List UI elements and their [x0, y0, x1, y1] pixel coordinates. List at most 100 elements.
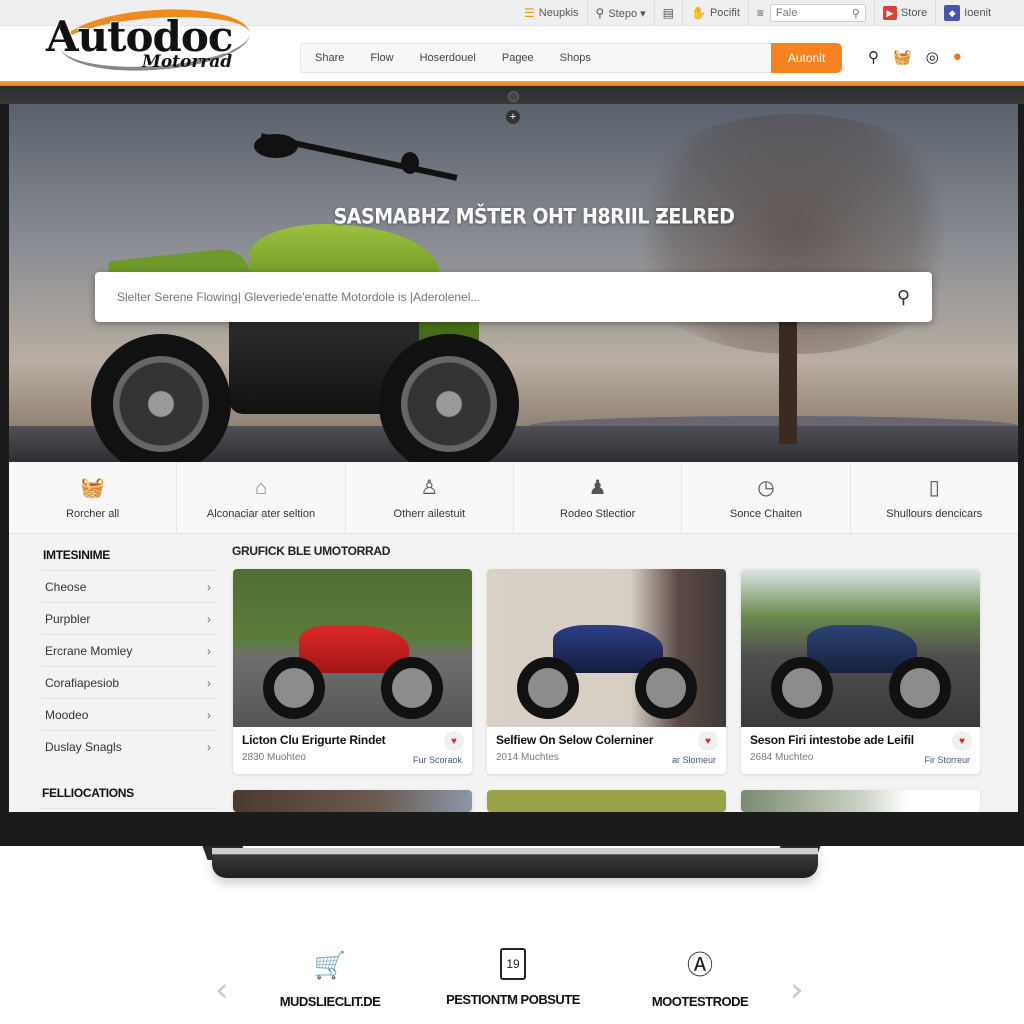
- chevron-right-icon: ›: [207, 579, 211, 594]
- quick-link-label: Shullours dencicars: [886, 507, 983, 520]
- favorite-icon[interactable]: ♥: [444, 731, 464, 751]
- hero-title: SASMABHZ MŠTER OHT H8RIIL ƵELRED: [333, 204, 735, 230]
- clock-icon: ◷: [757, 476, 775, 499]
- phone-icon: ▯: [928, 476, 940, 499]
- quick-link-5[interactable]: ◷ Sonce Chaiten: [682, 462, 851, 533]
- product-card[interactable]: Licton Clu Erigurte Rindet 2830 Muohteo …: [233, 569, 472, 774]
- sidebar-heading: IMTESINIME: [43, 548, 111, 562]
- quick-link-4[interactable]: ♟ Rodeo Stlectior: [514, 462, 683, 533]
- quick-link-label: Sonce Chaiten: [729, 507, 803, 520]
- quick-link-label: Rodeo Stlectior: [560, 507, 636, 520]
- quick-link-label: Alconaciar ater seltion: [206, 507, 316, 520]
- quick-link-1[interactable]: 🧺 Rorcher all: [9, 462, 178, 533]
- hero-banner: + SASMABHZ MŠTER OHT H8RIIL ƵELRED ⚲: [9, 104, 1018, 462]
- product-link[interactable]: Fur Scoraok: [413, 755, 462, 765]
- calendar-icon: 19: [500, 948, 526, 980]
- feature-label: MOOTESTRODE: [651, 994, 749, 1009]
- site-header: Autodoc Motorrad Share Flow Hoserdouel P…: [0, 3, 1024, 82]
- store-label: Store: [900, 7, 928, 19]
- sidebar-item-label: Cheose: [45, 579, 87, 594]
- cta-button[interactable]: Autonit: [771, 43, 842, 73]
- product-card-partial[interactable]: [741, 790, 980, 812]
- quick-link-2[interactable]: ⌂ Alconaciar ater seltion: [177, 462, 346, 533]
- utility-item-card[interactable]: ▤: [655, 0, 683, 26]
- chevron-right-icon: ›: [207, 675, 211, 690]
- feature-item[interactable]: Ⓐ MOOTESTRODE: [610, 948, 790, 1009]
- chevron-left-icon[interactable]: ‹: [215, 970, 229, 1010]
- category-sidebar: IMTESINIME Cheose › Purpbler › Ercrane M…: [41, 534, 217, 812]
- favorite-icon[interactable]: ♥: [698, 731, 718, 751]
- product-card[interactable]: Selfiew On Selow Colerniner 2014 Muchtes…: [487, 569, 726, 774]
- sidebar-item[interactable]: Ercrane Momley ›: [41, 634, 217, 666]
- chevron-right-icon[interactable]: ›: [790, 970, 804, 1010]
- quick-link-6[interactable]: ▯ Shullours dencicars: [851, 462, 1018, 533]
- screen: + SASMABHZ MŠTER OHT H8RIIL ƵELRED ⚲ 🧺 R…: [9, 104, 1018, 812]
- nav-item-hoserdouel[interactable]: Hoserdouel: [406, 52, 488, 64]
- nav-item-share[interactable]: Share: [301, 52, 356, 64]
- account-link[interactable]: ◆ Ioenit: [936, 0, 999, 26]
- nav-item-flow[interactable]: Flow: [356, 52, 405, 64]
- sidebar-item-label: Ercrane Momley: [45, 643, 133, 658]
- utility-label: Neupkis: [538, 7, 579, 19]
- nav-item-pagee[interactable]: Pagee: [488, 52, 546, 64]
- user-filled-icon: ♟: [588, 476, 607, 499]
- quick-link-label: Rorcher all: [66, 507, 120, 520]
- utility-label: Pocifit: [709, 7, 740, 19]
- feature-item[interactable]: 🛒 MUDSLIECLIT.DE: [240, 948, 420, 1009]
- search-icon: ⚲: [851, 7, 860, 20]
- sidebar-item-label: Moodeo: [45, 707, 89, 722]
- emblem-icon: Ⓐ: [686, 950, 713, 980]
- hand-icon: ✋: [690, 6, 706, 20]
- product-link[interactable]: Fir Storreur: [924, 755, 970, 765]
- product-card[interactable]: Seson Firi intestobe ade Leifil 2684 Muc…: [741, 569, 980, 774]
- main-nav: Share Flow Hoserdouel Pagee Shops: [300, 43, 842, 73]
- list-icon: ☰: [524, 6, 535, 20]
- sidebar-item[interactable]: Moodeo ›: [41, 698, 217, 730]
- menu-icon: ≡: [756, 6, 764, 20]
- quick-link-3[interactable]: ♙ Otherr ailestuit: [346, 462, 514, 533]
- feature-label: PESTIONTM POBSUTE: [446, 992, 580, 1007]
- search-icon[interactable]: ⚲: [897, 287, 910, 308]
- search-icon[interactable]: ⚲: [868, 48, 879, 66]
- feature-carousel: ‹ 🛒 MUDSLIECLIT.DE 19 PESTIONTM POBSUTE …: [215, 940, 815, 1020]
- sidebar-item[interactable]: Corafiapesiob ›: [41, 666, 217, 698]
- logo-subtitle: Motorrad: [142, 52, 233, 72]
- sidebar-item-label: Purpbler: [45, 611, 91, 626]
- chevron-right-icon: ›: [207, 739, 211, 754]
- app-icon: ◆: [944, 5, 961, 21]
- sidebar-item-label: Corafiapesiob: [45, 675, 120, 690]
- user-badge-icon[interactable]: ◎: [926, 48, 939, 66]
- house-icon: ⌂: [254, 476, 268, 499]
- sidebar-item[interactable]: Duslay Snagls ›: [41, 730, 217, 762]
- product-card-partial[interactable]: [233, 790, 472, 812]
- sidebar-item[interactable]: Cheose ›: [41, 570, 217, 602]
- menu-button[interactable]: ≡: [749, 0, 766, 26]
- utility-search-field[interactable]: Fale ⚲: [769, 4, 866, 22]
- nav-item-shops[interactable]: Shops: [546, 52, 603, 64]
- chevron-right-icon: ›: [207, 611, 211, 626]
- product-image: [741, 569, 980, 727]
- brand-logo[interactable]: Autodoc Motorrad: [46, 3, 276, 82]
- store-link[interactable]: ▶ Store: [873, 0, 937, 26]
- monitor-frame: + SASMABHZ MŠTER OHT H8RIIL ƵELRED ⚲ 🧺 R…: [0, 86, 1024, 846]
- product-link[interactable]: ar Slomeur: [672, 755, 716, 765]
- add-icon[interactable]: +: [506, 110, 520, 124]
- helmet-icon[interactable]: ●: [953, 48, 962, 66]
- chevron-right-icon: ›: [207, 707, 211, 722]
- utility-label: Stepo ▾: [608, 7, 646, 20]
- feature-item[interactable]: 19 PESTIONTM POBSUTE: [423, 948, 603, 1007]
- hero-search-input[interactable]: [117, 290, 877, 304]
- user-outline-icon: ♙: [420, 476, 439, 499]
- card-icon: ▤: [662, 6, 674, 20]
- account-label: Ioenit: [964, 7, 992, 19]
- utility-item-product[interactable]: ✋ Pocifit: [683, 0, 749, 26]
- utility-search-value: Fale: [775, 7, 798, 19]
- product-title: Selfiew On Selow Colerniner: [496, 733, 654, 747]
- product-card-partial[interactable]: [487, 790, 726, 812]
- sidebar-item[interactable]: Purpbler ›: [41, 602, 217, 634]
- search-icon: ⚲: [595, 6, 605, 20]
- utility-item-news[interactable]: ☰ Neupkis: [516, 0, 588, 26]
- utility-item-steps[interactable]: ⚲ Stepo ▾: [588, 0, 655, 26]
- basket-icon[interactable]: 🧺: [893, 48, 912, 66]
- favorite-icon[interactable]: ♥: [952, 731, 972, 751]
